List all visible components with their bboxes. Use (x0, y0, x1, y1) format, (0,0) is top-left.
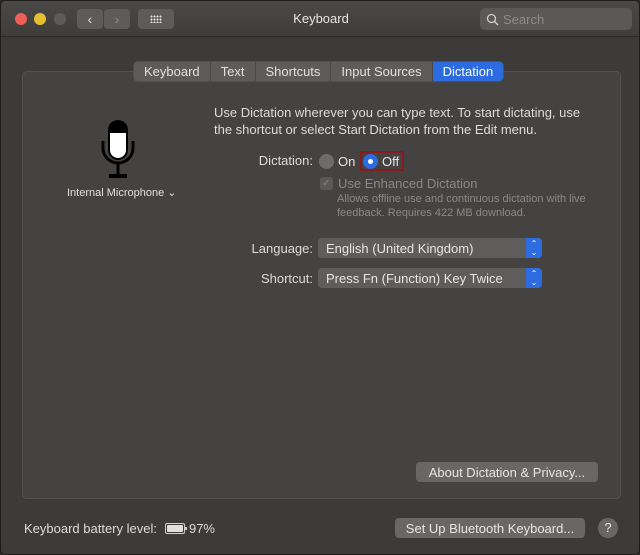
shortcut-select[interactable]: Press Fn (Function) Key Twice ⌃ ⌄ (318, 268, 542, 288)
dictation-on-radio[interactable]: On (319, 154, 355, 169)
language-value: English (United Kingdom) (326, 240, 474, 256)
about-dictation-privacy-button[interactable]: About Dictation & Privacy... (416, 462, 598, 482)
shortcut-value: Press Fn (Function) Key Twice (326, 270, 503, 286)
help-button[interactable]: ? (598, 518, 618, 538)
microphone-source-menu[interactable]: Internal Microphone ⌄ (67, 186, 177, 199)
setup-bluetooth-keyboard-button[interactable]: Set Up Bluetooth Keyboard... (395, 518, 585, 538)
keyboard-preferences-window: ‹ › Keyboard Keyboard Text Shortcuts Inp… (0, 0, 640, 555)
battery-label: Keyboard battery level: (24, 521, 157, 536)
tab-bar: Keyboard Text Shortcuts Input Sources Di… (134, 62, 504, 81)
microphone-source-label: Internal Microphone (67, 187, 165, 199)
dictation-on-label: On (338, 154, 356, 169)
checkmark-icon: ✓ (320, 177, 333, 190)
tab-input-sources[interactable]: Input Sources (331, 62, 433, 81)
tab-text[interactable]: Text (211, 62, 256, 81)
microphone-icon (101, 120, 135, 178)
search-field[interactable] (480, 8, 632, 30)
battery-percent: 97% (188, 521, 215, 536)
annotation-highlight-box (360, 151, 404, 171)
updown-chevron-icon: ⌃ ⌄ (526, 238, 542, 258)
language-label: Language: (251, 241, 313, 256)
radio-unselected-icon (319, 154, 334, 169)
title-bar: ‹ › Keyboard (1, 1, 639, 37)
battery-icon (164, 523, 187, 534)
search-input[interactable] (503, 11, 623, 27)
shortcut-label: Shortcut: (260, 271, 313, 286)
search-icon (486, 13, 499, 25)
enhanced-dictation-label: Use Enhanced Dictation (338, 176, 478, 191)
tab-keyboard[interactable]: Keyboard (134, 62, 211, 81)
keyboard-battery-status: Keyboard battery level: 97% (24, 521, 215, 536)
tab-dictation[interactable]: Dictation (432, 62, 504, 81)
enhanced-dictation-note: Allows offline use and continuous dictat… (337, 193, 586, 219)
dictation-label: Dictation: (258, 153, 313, 168)
enhanced-dictation-checkbox[interactable]: ✓ Use Enhanced Dictation (320, 176, 477, 191)
chevron-down-icon: ⌄ (167, 187, 177, 199)
dictation-description: Use Dictation wherever you can type text… (214, 105, 581, 137)
updown-chevron-icon: ⌃ ⌄ (526, 268, 542, 288)
language-select[interactable]: English (United Kingdom) ⌃ ⌄ (318, 238, 542, 258)
tab-shortcuts[interactable]: Shortcuts (256, 62, 332, 81)
